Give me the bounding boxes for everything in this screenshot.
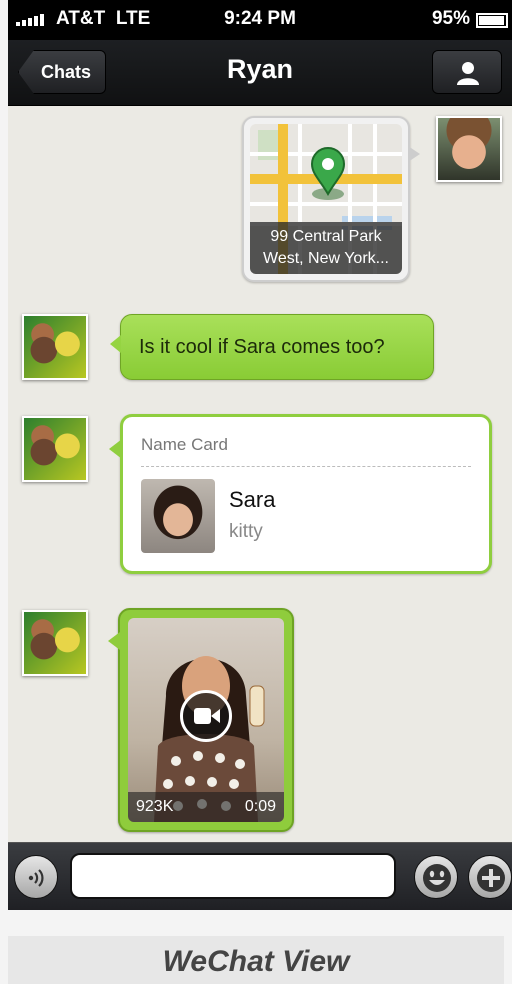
location-address-line2: West, New York... (263, 250, 389, 267)
phone-screen: AT&T LTE 9:24 PM 95% Chats Ryan 99 Centr… (8, 0, 512, 910)
location-address-line1: 99 Central Park (270, 228, 382, 245)
video-thumbnail: 923K 0:09 (128, 618, 284, 822)
emoji-button[interactable] (414, 855, 458, 899)
battery-percent: 95% (431, 8, 470, 29)
video-meta: 923K 0:09 (128, 792, 284, 822)
input-bar (8, 842, 512, 910)
location-message[interactable]: 99 Central Park West, New York... (242, 116, 420, 282)
message-input[interactable] (70, 853, 396, 899)
video-message[interactable]: 923K 0:09 (108, 608, 294, 832)
friend-avatar[interactable] (22, 416, 88, 482)
chat-area[interactable]: 99 Central Park West, New York... Is it … (8, 106, 512, 842)
map-thumbnail: 99 Central Park West, New York... (250, 124, 402, 274)
name-card-divider (141, 466, 471, 467)
friend-avatar[interactable] (22, 610, 88, 676)
contact-profile-button[interactable] (432, 50, 502, 94)
figure-caption: WeChat View (8, 936, 504, 984)
plus-icon (477, 864, 505, 892)
battery-icon (476, 13, 508, 28)
nav-bar: Chats Ryan (8, 40, 512, 106)
contact-photo (141, 479, 215, 553)
name-card-header: Name Card (141, 435, 228, 454)
video-duration: 0:09 (244, 798, 276, 815)
location-caption: 99 Central Park West, New York... (250, 222, 402, 274)
friend-avatar[interactable] (22, 314, 88, 380)
video-camera-icon[interactable] (180, 690, 232, 742)
smiley-icon (423, 864, 451, 892)
person-icon (457, 62, 479, 85)
more-actions-button[interactable] (468, 855, 512, 899)
contact-subtitle: kitty (229, 521, 263, 542)
name-card-message[interactable]: Name Card Sara kitty (109, 414, 492, 574)
status-bar: AT&T LTE 9:24 PM 95% (8, 0, 512, 40)
voice-icon (28, 869, 44, 887)
video-size: 923K (136, 798, 174, 815)
contact-name: Sara (229, 487, 276, 512)
voice-button[interactable] (14, 855, 58, 899)
text-message[interactable]: Is it cool if Sara comes too? (110, 314, 434, 380)
ryan-avatar[interactable] (436, 116, 502, 182)
